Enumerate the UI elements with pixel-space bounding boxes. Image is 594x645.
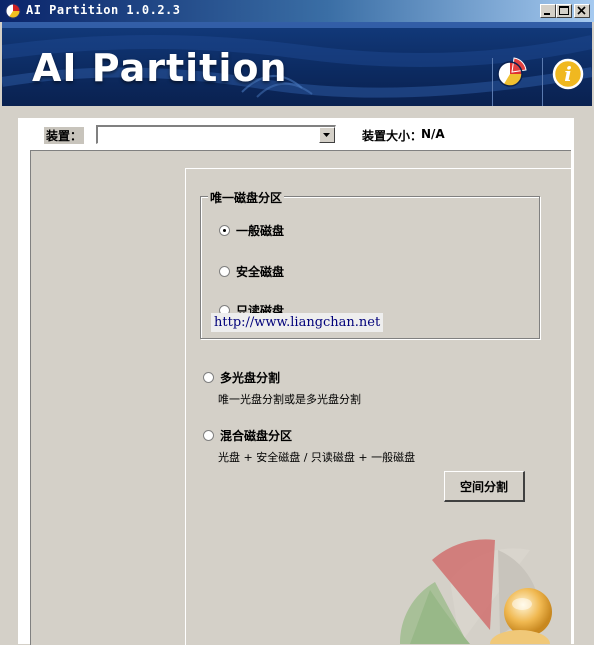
radio-label: 多光盘分割	[220, 371, 281, 385]
radio-button[interactable]	[203, 430, 214, 441]
app-logo-text: AI Partition	[32, 46, 288, 90]
maximize-button[interactable]	[556, 4, 572, 18]
group-title: 唯一磁盘分区	[208, 189, 285, 206]
header-banner: AI Partition i	[2, 22, 592, 106]
title-bar[interactable]: AI Partition 1.0.2.3	[0, 0, 594, 22]
radio-multi-cd[interactable]: 多光盘分割	[203, 369, 280, 386]
device-size-label: 装置大小：	[362, 129, 423, 143]
multi-cd-description: 唯一光盘分割或是多光盘分割	[218, 393, 361, 406]
app-icon	[5, 3, 21, 19]
window-title: AI Partition 1.0.2.3	[26, 3, 181, 17]
svg-text:i: i	[564, 62, 572, 86]
device-size-value: N/A	[421, 127, 445, 141]
pie-chart-icon[interactable]	[492, 52, 532, 92]
radio-button[interactable]	[219, 266, 230, 277]
minimize-icon	[544, 13, 550, 15]
info-icon[interactable]: i	[548, 54, 588, 94]
radio-mixed-partition[interactable]: 混合磁盘分区	[203, 427, 292, 444]
dropdown-button[interactable]	[319, 127, 335, 143]
radio-button[interactable]	[203, 372, 214, 383]
watermark-url: http://www.liangchan.net	[211, 313, 384, 332]
device-label: 装置：	[44, 127, 85, 144]
chevron-down-icon	[323, 133, 330, 137]
split-space-button[interactable]: 空间分割	[444, 471, 525, 502]
radio-secure-disk[interactable]: 安全磁盘	[219, 263, 284, 280]
mixed-partition-description: 光盘 + 安全磁盘 / 只读磁盘 + 一般磁盘	[218, 451, 416, 464]
device-select[interactable]	[96, 125, 336, 144]
radio-label: 安全磁盘	[236, 265, 285, 279]
radio-label: 一般磁盘	[236, 224, 285, 238]
close-button[interactable]	[574, 4, 590, 18]
radio-normal-disk[interactable]: 一般磁盘	[219, 222, 284, 239]
decorative-pie-graphic	[399, 539, 552, 644]
banner-divider	[542, 58, 543, 106]
radio-button-checked[interactable]	[219, 225, 230, 236]
app-window: AI Partition 1.0.2.3 AI Partition i 装置： …	[0, 0, 594, 645]
minimize-button[interactable]	[540, 4, 556, 18]
maximize-icon	[559, 6, 569, 15]
radio-label: 混合磁盘分区	[220, 429, 293, 443]
close-icon	[577, 6, 586, 15]
